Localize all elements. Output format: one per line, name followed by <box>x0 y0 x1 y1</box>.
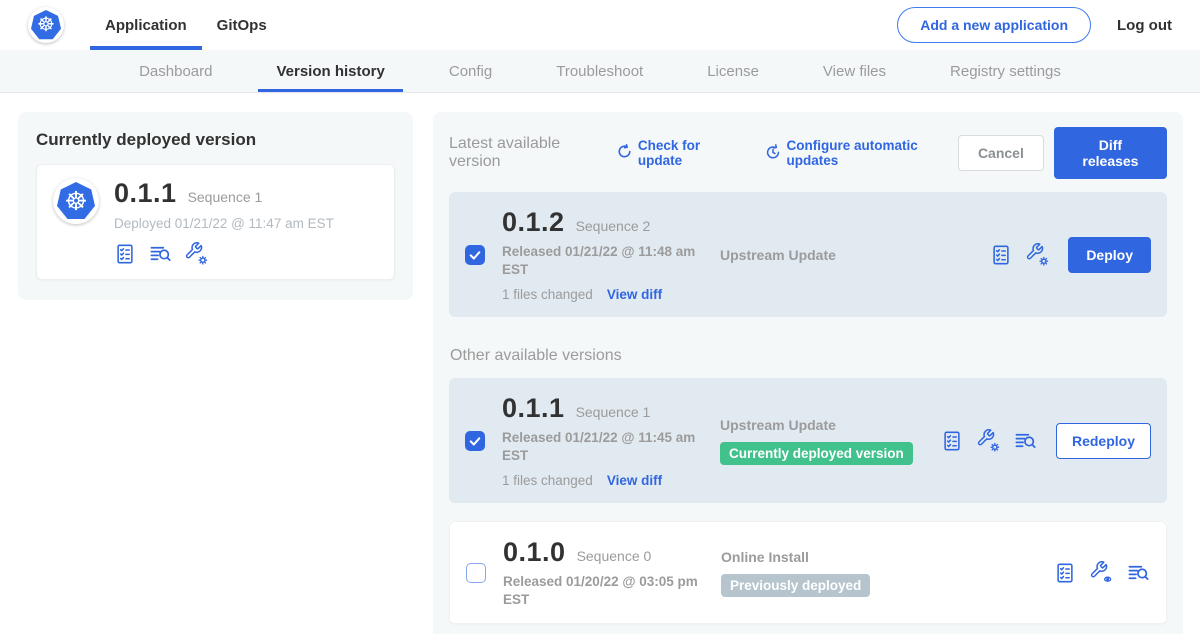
deploy-logs-icon[interactable] <box>1127 561 1150 584</box>
app-sub-navigation: Dashboard Version history Config Trouble… <box>0 50 1200 93</box>
currently-deployed-badge: Currently deployed version <box>720 442 913 465</box>
tab-version-history[interactable]: Version history <box>258 50 402 92</box>
deployed-version-card: ☸ 0.1.1 Sequence 1 Deployed 01/21/22 @ 1… <box>36 164 395 280</box>
released-timestamp: Released 01/21/22 @ 11:48 am EST <box>502 243 702 278</box>
add-application-button[interactable]: Add a new application <box>897 7 1091 43</box>
clock-refresh-icon <box>765 144 781 163</box>
version-row: 0.1.2 Sequence 2 Released 01/21/22 @ 11:… <box>449 192 1167 317</box>
version-number: 0.1.1 <box>502 393 565 424</box>
released-timestamp: Released 01/21/22 @ 11:45 am EST <box>502 429 702 464</box>
diff-releases-button[interactable]: Diff releases <box>1054 127 1167 179</box>
version-number: 0.1.0 <box>503 537 566 568</box>
version-source-label: Upstream Update <box>720 417 941 433</box>
diff-select-checkbox[interactable] <box>466 563 486 583</box>
configure-updates-link[interactable]: Configure automatic updates <box>765 138 958 168</box>
version-history-panel: Latest available version Check for updat… <box>433 112 1183 634</box>
app-logo: ☸ <box>28 0 64 50</box>
preflight-checks-icon[interactable] <box>114 243 136 265</box>
previously-deployed-badge: Previously deployed <box>721 574 870 597</box>
check-for-update-link[interactable]: Check for update <box>617 138 739 168</box>
topnav-tabs: Application GitOps <box>90 0 282 50</box>
tab-gitops[interactable]: GitOps <box>202 0 282 50</box>
released-timestamp: Released 01/20/22 @ 03:05 pm EST <box>503 573 703 608</box>
redeploy-button[interactable]: Redeploy <box>1056 423 1151 459</box>
view-config-icon[interactable] <box>1090 561 1113 584</box>
configure-updates-label: Configure automatic updates <box>787 138 958 168</box>
sequence-label: Sequence 1 <box>576 404 651 420</box>
diff-select-checkbox[interactable] <box>465 245 485 265</box>
deploy-logs-icon[interactable] <box>1014 429 1037 452</box>
edit-config-icon[interactable] <box>185 242 208 265</box>
other-versions-title: Other available versions <box>450 347 1167 365</box>
edit-config-icon[interactable] <box>977 429 1000 452</box>
view-diff-link[interactable]: View diff <box>607 287 662 302</box>
files-changed-label: 1 files changed <box>502 287 593 302</box>
version-row: 0.1.0 Sequence 0 Released 01/20/22 @ 03:… <box>449 521 1167 624</box>
tab-troubleshoot[interactable]: Troubleshoot <box>538 50 661 92</box>
version-source-label: Online Install <box>721 549 1054 565</box>
tab-application[interactable]: Application <box>90 0 202 50</box>
preflight-checks-icon[interactable] <box>1054 562 1076 584</box>
deploy-logs-icon[interactable] <box>149 242 172 265</box>
latest-available-title: Latest available version <box>449 135 604 171</box>
tab-view-files[interactable]: View files <box>805 50 904 92</box>
version-source-label: Upstream Update <box>720 247 990 263</box>
deploy-button[interactable]: Deploy <box>1068 237 1151 273</box>
version-row: 0.1.1 Sequence 1 Released 01/21/22 @ 11:… <box>449 378 1167 503</box>
currently-deployed-title: Currently deployed version <box>36 130 395 150</box>
cancel-button[interactable]: Cancel <box>958 135 1044 171</box>
logout-link[interactable]: Log out <box>1117 17 1172 34</box>
tab-dashboard[interactable]: Dashboard <box>121 50 230 92</box>
top-navigation: ☸ Application GitOps Add a new applicati… <box>0 0 1200 50</box>
diff-select-checkbox[interactable] <box>465 431 485 451</box>
preflight-checks-icon[interactable] <box>990 244 1012 266</box>
tab-license[interactable]: License <box>689 50 777 92</box>
files-changed-label: 1 files changed <box>502 473 593 488</box>
edit-config-icon[interactable] <box>1026 243 1049 266</box>
refresh-icon <box>617 144 632 162</box>
view-diff-link[interactable]: View diff <box>607 473 662 488</box>
tab-registry-settings[interactable]: Registry settings <box>932 50 1079 92</box>
check-for-update-label: Check for update <box>638 138 739 168</box>
tab-config[interactable]: Config <box>431 50 510 92</box>
kubernetes-logo-icon: ☸ <box>28 7 64 43</box>
sequence-label: Sequence 2 <box>576 218 651 234</box>
kubernetes-app-icon: ☸ <box>53 178 99 224</box>
deployed-sequence-label: Sequence 1 <box>188 189 263 205</box>
version-number: 0.1.2 <box>502 207 565 238</box>
preflight-checks-icon[interactable] <box>941 430 963 452</box>
deployed-version-number: 0.1.1 <box>114 178 177 209</box>
currently-deployed-panel: Currently deployed version ☸ 0.1.1 Seque… <box>18 112 413 300</box>
sequence-label: Sequence 0 <box>577 548 652 564</box>
deployed-timestamp: Deployed 01/21/22 @ 11:47 am EST <box>114 216 334 231</box>
